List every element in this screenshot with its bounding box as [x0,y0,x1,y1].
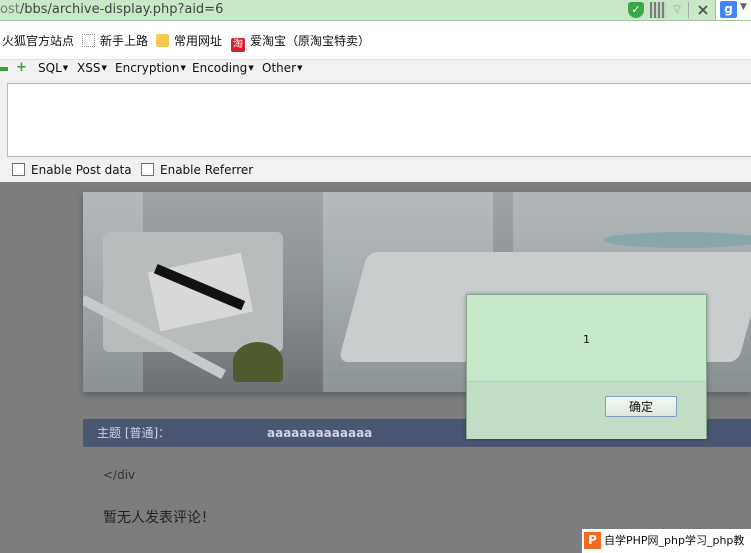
alert-message: 1 [583,333,590,346]
chevron-down-icon: ▼ [101,64,107,72]
dropdown-arrow-icon[interactable]: ▽ [669,2,685,18]
address-bar[interactable]: ost/bbs/archive-display.php?aid=6 ✓ ▽ × … [0,0,751,21]
glass-table-shape [603,232,751,248]
folder-icon [156,34,169,47]
ok-button[interactable]: 确定 [605,396,677,417]
search-engine-selector[interactable]: g ▼ [715,0,751,20]
enable-post-checkbox[interactable] [12,163,25,176]
enable-post-option[interactable]: Enable Post data [12,162,132,178]
plant-shape [233,342,283,382]
bookmark-firefox-site[interactable]: 火狐官方站点 [2,33,74,49]
hackbar-url-textarea[interactable] [7,83,751,157]
bookmark-taobao[interactable]: 淘爱淘宝（原淘宝特卖） [231,33,371,52]
menu-other[interactable]: Other▼ [262,60,302,76]
leaked-code-text: </div [103,468,136,482]
enable-referrer-checkbox[interactable] [141,163,154,176]
url-path: /bbs/archive-display.php?aid=6 [19,2,224,17]
menu-sql[interactable]: SQL▼ [38,60,68,76]
chevron-down-icon: ▼ [740,2,747,12]
taobao-icon: 淘 [231,38,245,52]
menu-label: SQL [38,61,62,75]
separator [688,2,689,18]
enable-post-label: Enable Post data [31,163,132,177]
bookmark-getting-started[interactable]: 新手上路 [82,33,148,49]
enable-referrer-option[interactable]: Enable Referrer [141,162,253,178]
bookmark-common-sites[interactable]: 常用网址 [156,33,222,49]
menu-label: Encryption [115,61,180,75]
qr-code-icon[interactable] [650,2,666,18]
decrease-icon[interactable] [0,67,8,71]
menu-encoding[interactable]: Encoding▼ [192,60,254,76]
url-field[interactable]: ost/bbs/archive-display.php?aid=6 [0,0,223,20]
menu-label: XSS [77,61,101,75]
alert-dialog: 1 确定 [466,294,707,439]
site-watermark: P 自学PHP网_php学习_php教 [582,529,751,553]
url-host: ost [0,2,20,17]
bookmark-label: 火狐官方站点 [2,34,75,48]
alert-body: 1 [467,295,706,381]
thread-title: aaaaaaaaaaaaa [267,426,373,440]
alert-footer: 确定 [467,381,706,439]
chevron-down-icon: ▼ [248,64,254,72]
chevron-down-icon: ▼ [62,64,69,72]
menu-xss[interactable]: XSS▼ [77,60,107,76]
chevron-down-icon: ▼ [180,64,186,72]
hackbar-panel: + SQL▼ XSS▼ Encryption▼ Encoding▼ Other▼… [0,59,751,183]
bookmarks-toolbar: 火狐官方站点 新手上路 常用网址 淘爱淘宝（原淘宝特卖） [0,21,751,59]
chevron-down-icon: ▼ [297,64,303,72]
menu-label: Other [262,61,297,75]
watermark-text: 自学PHP网_php学习_php教 [604,534,745,547]
close-icon[interactable]: × [695,2,711,18]
no-comment-text: 暂无人发表评论！ [103,510,215,526]
bookmark-label: 爱淘宝（原淘宝特卖） [250,34,371,48]
increase-icon[interactable]: + [16,61,27,74]
php-logo-icon: P [584,532,601,549]
bookmark-label: 新手上路 [100,34,149,48]
dotted-page-icon [82,34,95,47]
menu-label: Encoding [192,61,248,75]
menu-encryption[interactable]: Encryption▼ [115,60,186,76]
bookmark-label: 常用网址 [174,34,223,48]
google-icon: g [720,1,737,18]
shield-icon[interactable]: ✓ [628,2,644,18]
enable-referrer-label: Enable Referrer [160,163,254,177]
thread-label: 主题 [普通]： [97,426,171,440]
